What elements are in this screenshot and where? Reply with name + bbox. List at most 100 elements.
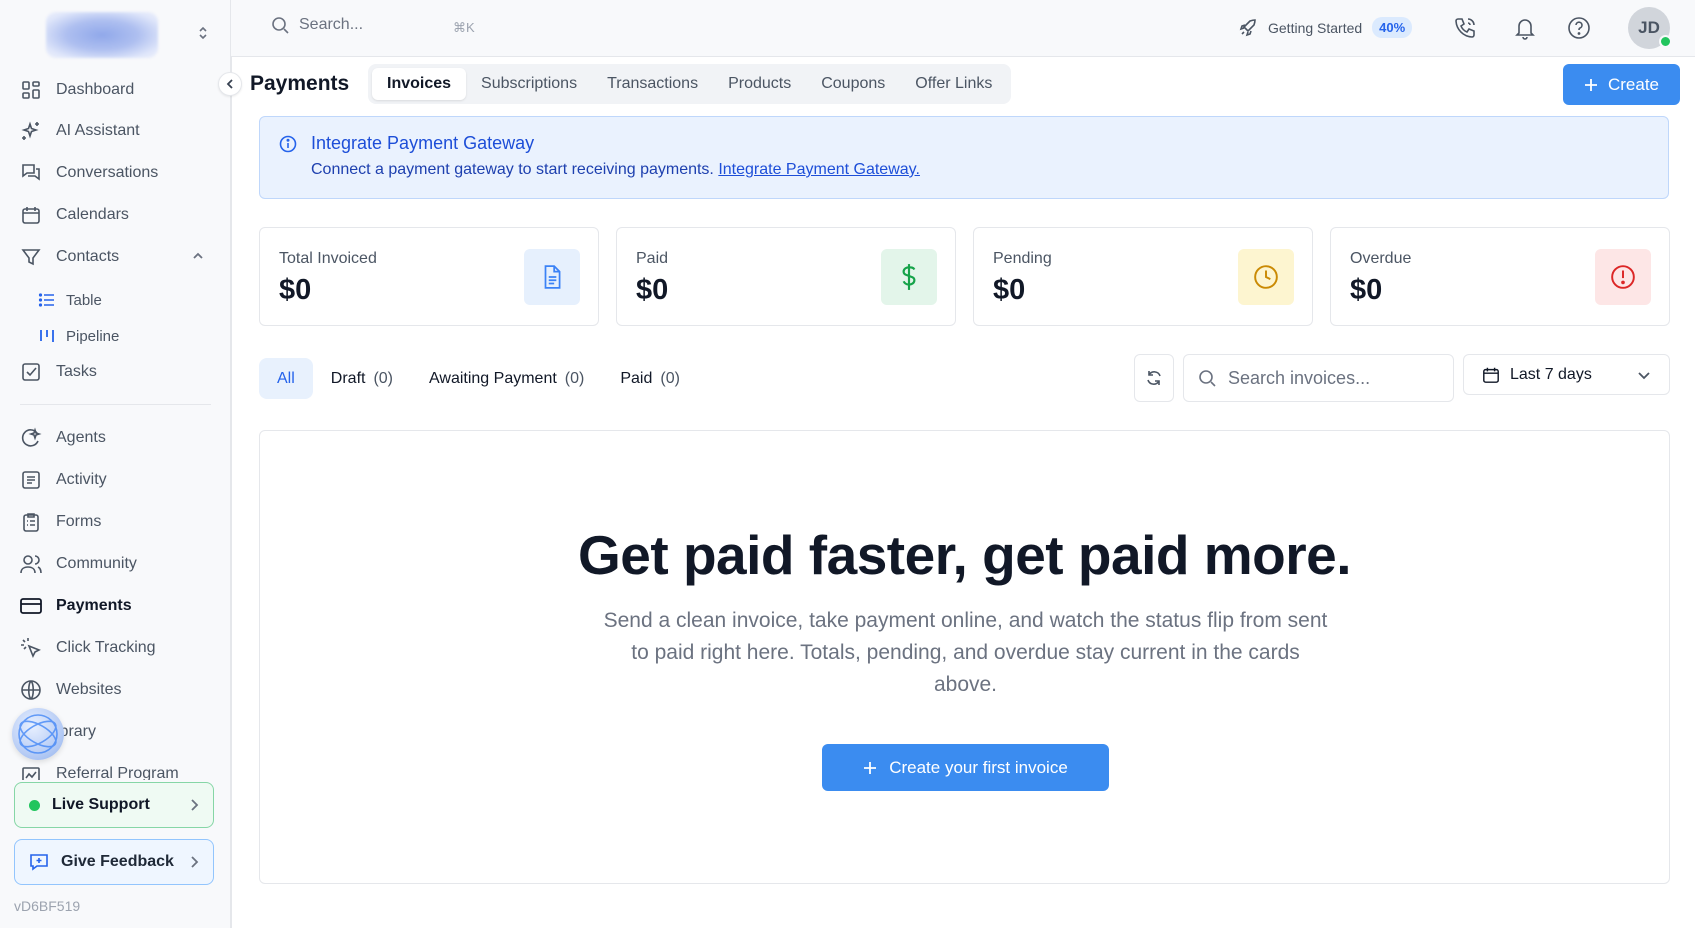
filter-label: All [277, 369, 295, 387]
sidebar-item-label: Contacts [56, 248, 120, 265]
refresh-button[interactable] [1134, 354, 1174, 402]
sidebar-item-conversations[interactable]: Conversations [20, 157, 215, 189]
invoice-search-placeholder: Search invoices... [1228, 367, 1371, 388]
sidebar-item-click-tracking[interactable]: Click Tracking [20, 632, 215, 664]
stat-label: Overdue [1350, 250, 1412, 267]
give-feedback-label: Give Feedback [61, 853, 174, 870]
getting-started-button[interactable]: Getting Started 40% [1238, 17, 1413, 38]
invoice-search-input[interactable]: Search invoices... [1183, 354, 1454, 402]
chevron-up-down-icon[interactable] [197, 25, 209, 41]
sidebar-item-community[interactable]: Community [20, 548, 215, 580]
bell-icon[interactable] [1514, 16, 1536, 40]
global-search-input[interactable]: Search... [271, 16, 363, 34]
sidebar-item-label: Click Tracking [56, 639, 156, 656]
sidebar-item-contacts[interactable]: Contacts [20, 241, 215, 273]
avatar-initials: JD [1638, 18, 1660, 37]
filter-count: (0) [564, 369, 585, 387]
sidebar-subitem-table[interactable]: Table [38, 286, 102, 314]
sidebar-subitem-label: Table [66, 291, 102, 309]
global-search-placeholder: Search... [299, 16, 364, 33]
online-status-dot [29, 799, 40, 811]
stat-label: Pending [993, 250, 1052, 267]
app-version: vD6BF519 [14, 898, 81, 914]
tab-subscriptions[interactable]: Subscriptions [466, 68, 592, 100]
stat-value: $0 [636, 274, 669, 306]
tab-invoices[interactable]: Invoices [372, 68, 467, 100]
search-shortcut: ⌘K [453, 20, 475, 35]
filter-label: Draft [330, 369, 366, 387]
users-icon [20, 553, 42, 575]
filter-all[interactable]: All [259, 358, 313, 399]
chevron-down-icon [1637, 370, 1651, 380]
stat-card-pending: Pending $0 [973, 227, 1313, 326]
feedback-plus-icon [29, 852, 49, 872]
tab-transactions[interactable]: Transactions [592, 68, 713, 100]
filter-draft[interactable]: Draft (0) [313, 358, 411, 399]
create-first-invoice-button[interactable]: Create your first invoice [822, 744, 1109, 791]
sidebar-item-label: AI Assistant [56, 122, 140, 139]
stat-value: $0 [1350, 274, 1383, 306]
help-icon[interactable] [1567, 16, 1591, 40]
create-button-label: Create [1607, 74, 1660, 94]
calendar-icon [1482, 366, 1500, 384]
info-icon [279, 135, 297, 153]
stat-label: Total Invoiced [279, 250, 377, 267]
stat-label: Paid [636, 250, 669, 267]
banner-text: Connect a payment gateway to start recei… [311, 161, 920, 179]
workspace-logo[interactable] [46, 12, 158, 58]
sidebar-item-websites[interactable]: Websites [20, 674, 215, 706]
filter-count: (0) [660, 369, 680, 387]
sidebar-item-label: Referral Program [56, 765, 179, 780]
funnel-icon [20, 246, 42, 268]
globe-icon [20, 679, 42, 701]
sidebar-item-calendars[interactable]: Calendars [20, 199, 215, 231]
dashboard-icon [20, 79, 42, 101]
sidebar-item-referral-program[interactable]: Referral Program [20, 758, 215, 780]
collapse-sidebar-button[interactable] [218, 72, 242, 96]
integrate-gateway-link[interactable]: Integrate Payment Gateway. [718, 161, 920, 178]
filter-paid[interactable]: Paid (0) [602, 358, 698, 399]
create-button[interactable]: Create [1563, 64, 1680, 105]
sidebar-item-agents[interactable]: Agents [20, 422, 215, 454]
floating-assistant-orb-icon[interactable] [12, 708, 64, 760]
sidebar-item-forms[interactable]: Forms [20, 506, 215, 538]
activity-icon [20, 469, 42, 491]
empty-state-body: Send a clean invoice, take payment onlin… [603, 609, 1328, 696]
phone-icon[interactable] [1453, 16, 1477, 40]
chevron-right-icon [189, 798, 199, 812]
stat-value: $0 [279, 274, 312, 306]
filter-count: (0) [373, 369, 394, 387]
list-icon [38, 291, 56, 309]
sidebar-item-tasks[interactable]: Tasks [20, 356, 215, 388]
sidebar-subitem-pipeline[interactable]: Pipeline [38, 322, 119, 350]
getting-started-label: Getting Started [1268, 19, 1363, 36]
tab-coupons[interactable]: Coupons [806, 68, 900, 100]
sidebar-item-payments[interactable]: Payments [20, 590, 215, 622]
sidebar-item-label: Agents [56, 429, 106, 446]
date-range-value: Last 7 days [1510, 365, 1592, 383]
invoice-status-filters: All Draft (0) Awaiting Payment (0) Paid (0) [259, 358, 698, 399]
sidebar-item-dashboard[interactable]: Dashboard [20, 74, 215, 106]
sidebar-subitem-label: Pipeline [66, 327, 120, 345]
tab-offer-links[interactable]: Offer Links [900, 68, 1007, 100]
credit-card-icon [20, 595, 42, 617]
referral-icon [20, 765, 42, 780]
chat-icon [20, 162, 42, 184]
checkbox-icon [20, 361, 42, 383]
sidebar-item-label: Dashboard [56, 81, 135, 98]
filter-awaiting-payment[interactable]: Awaiting Payment (0) [411, 358, 602, 399]
stat-card-total-invoiced: Total Invoiced $0 [259, 227, 599, 326]
sidebar-item-activity[interactable]: Activity [20, 464, 215, 496]
clock-icon [1238, 249, 1294, 305]
sidebar-item-label: Payments [56, 597, 132, 614]
sidebar-item-ai-assistant[interactable]: AI Assistant [20, 115, 215, 147]
chevron-up-icon[interactable] [191, 249, 205, 263]
alert-circle-icon [1595, 249, 1651, 305]
search-icon [271, 16, 289, 34]
date-range-select[interactable]: Last 7 days [1463, 354, 1670, 395]
give-feedback-button[interactable]: Give Feedback [14, 839, 214, 885]
sidebar-item-label: Forms [56, 513, 102, 530]
live-support-button[interactable]: Live Support [14, 782, 214, 828]
search-icon [1198, 369, 1216, 387]
tab-products[interactable]: Products [713, 68, 806, 100]
